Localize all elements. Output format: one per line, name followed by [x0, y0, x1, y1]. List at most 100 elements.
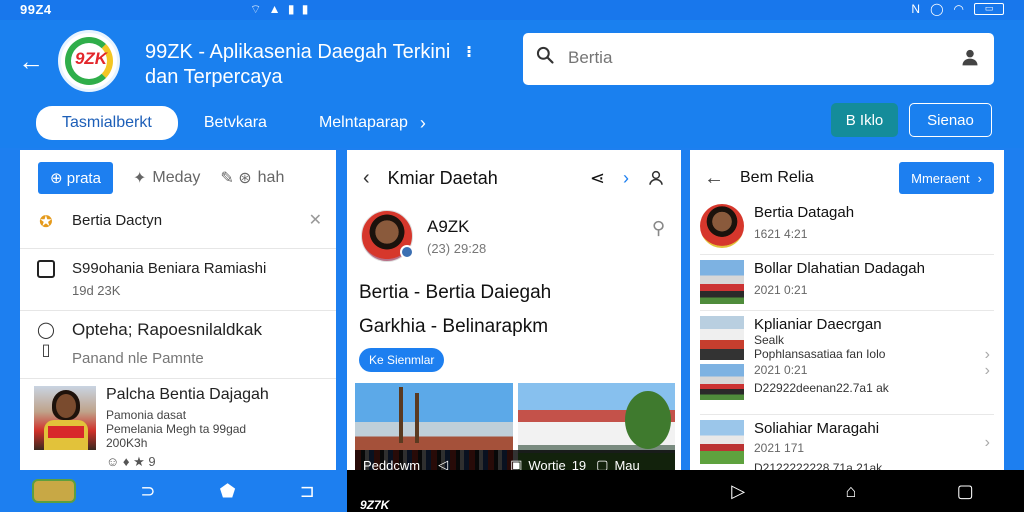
list-item[interactable]: S99ohania Beniara Ramiashi 19d 23K: [34, 260, 322, 298]
divider: [20, 248, 336, 249]
home-nav-icon[interactable]: ⬟: [220, 481, 236, 502]
app-title: 99ZK - Aplikasenia Daegah Terkini dan Te…: [145, 41, 451, 88]
article-panel-title: Kmiar Daetah: [387, 167, 498, 188]
bottom-nav-left: ⊃ ⬟ ⊐: [0, 470, 347, 512]
app-logo: 9ZK: [58, 30, 120, 92]
chip-hah[interactable]: ✎ ⊛ hah: [220, 168, 284, 188]
list-item[interactable]: Kplianiar Daecrgan Sealk Pophlansasatiaa…: [700, 316, 990, 400]
badge-icon: ✪: [39, 214, 53, 231]
chip-prata[interactable]: ⊕ prata: [38, 162, 113, 194]
pencil-icon: ✎ ⊛: [220, 170, 252, 187]
item-title: Bollar Dlahatian Dadagah: [754, 260, 925, 277]
item-date: 2021 0:21: [754, 283, 808, 297]
tab-home[interactable]: Tasmialberkt: [36, 106, 178, 140]
recent-nav-icon[interactable]: ▢: [957, 481, 974, 502]
list-item[interactable]: Soliahiar Maragahi 2021 171 D2122222228 …: [700, 420, 990, 475]
outline-button[interactable]: Sienao: [909, 103, 992, 137]
item-date: 2021 171: [754, 441, 805, 455]
nfc-icon: N: [911, 2, 921, 16]
item-title: Bertia Datagah: [754, 204, 855, 221]
battery-icon: ▭: [974, 3, 1004, 15]
article-card[interactable]: Palcha Bentia Dajagah Pamonia dasat Peme…: [34, 386, 322, 470]
status-bar: 99Z4 ⌔ ▲ ▮ ▮ N ◯ ◠ ▭: [0, 0, 1024, 20]
search-bar[interactable]: [523, 33, 994, 85]
article-header: ‹ Kmiar Daetah ⋖ ›: [363, 166, 665, 190]
tab-news[interactable]: Betvkara: [178, 106, 293, 140]
notice-row[interactable]: ✪ Bertia Dactyn ✕: [34, 212, 322, 232]
article-title: Palcha Bentia Dajagah: [106, 386, 269, 403]
home-nav-icon[interactable]: ⌂: [845, 481, 856, 502]
chevron-right-icon[interactable]: ›: [985, 362, 990, 380]
item-meta: 19d 23K: [72, 283, 121, 298]
chat-icon: ◯ ▯: [37, 322, 55, 359]
recent-nav-icon[interactable]: ⊐: [300, 481, 315, 502]
avatar: [361, 210, 414, 262]
divider: [700, 254, 994, 255]
author-block[interactable]: A9ZK (23) 29:28: [361, 210, 486, 262]
article-line: 200K3h: [106, 436, 148, 450]
middle-panel: ‹ Kmiar Daetah ⋖ › A9ZK (23) 29:28 ⚲ Ber…: [347, 150, 681, 480]
chevron-right-icon[interactable]: ›: [420, 113, 426, 134]
star-icon: ✦: [132, 170, 147, 187]
close-icon[interactable]: ✕: [309, 210, 322, 230]
author-name: A9ZK: [427, 216, 470, 236]
item-date: 1621 4:21: [754, 227, 808, 241]
user-icon[interactable]: [647, 169, 665, 187]
item-thumbnail: [700, 420, 744, 464]
status-time: 99Z4: [20, 2, 52, 17]
app-logo-small[interactable]: [32, 479, 77, 503]
notice-text: Bertia Dactyn: [72, 212, 163, 229]
share-icon[interactable]: ⋖: [590, 168, 605, 189]
item-sub: Panand nle Pamnte: [72, 350, 204, 367]
chevron-right-icon[interactable]: ›: [623, 168, 629, 189]
divider: [20, 378, 336, 379]
snippet-text: 9Z7K: [360, 498, 390, 512]
divider: [20, 310, 336, 311]
related-title: Bem Relia: [740, 169, 814, 186]
reactions: ☺ ♦ ★ 9: [106, 454, 156, 469]
search-icon: [536, 46, 554, 64]
list-item[interactable]: Bollar Dlahatian Dadagah 2021 0:21: [700, 260, 990, 304]
list-item[interactable]: Bertia Datagah 1621 4:21: [700, 204, 990, 248]
logo-text: 9ZK: [74, 49, 108, 68]
item-thumbnail: [700, 204, 744, 248]
emoji-icon: ☺ ♦ ★: [106, 454, 149, 469]
back-nav-icon[interactable]: ▷: [731, 481, 745, 502]
list-item[interactable]: ◯ ▯ Opteha; Rapoesnilaldkak Panand nle Pa…: [34, 320, 322, 367]
primary-button[interactable]: B Iklo: [831, 103, 898, 137]
item-thumbnail: [700, 260, 744, 304]
checkbox-icon[interactable]: [34, 260, 58, 283]
item-title: Opteha; Rapoesnilaldkak: [72, 320, 262, 339]
article-line: Pemelania Megh ta 99gad: [106, 422, 247, 436]
item-thumbnail: [700, 316, 744, 360]
status-icons: N ◯ ◠ ▭: [911, 2, 1004, 16]
item-title: Kplianiar Daecrgan: [754, 316, 882, 333]
add-user-icon[interactable]: ⚲: [652, 218, 665, 239]
location-icon: ◯: [930, 2, 944, 16]
cta-button[interactable]: Mmeraent ›: [899, 162, 994, 194]
user-icon[interactable]: [960, 47, 980, 67]
back-icon[interactable]: ‹: [363, 167, 370, 190]
item-title: Soliahiar Maragahi: [754, 420, 880, 437]
back-icon[interactable]: ←: [704, 167, 724, 190]
post-date: (23) 29:28: [427, 240, 487, 256]
item-meta: D22922deenan22.7a1 ak: [754, 381, 889, 395]
tag-button[interactable]: Ke Sienmlar: [359, 348, 445, 372]
back-nav-icon[interactable]: ⊃: [140, 481, 155, 502]
back-arrow-icon[interactable]: ←: [18, 46, 44, 77]
headline: Garkhia - Belinarapkm: [359, 316, 549, 337]
tab-bar: Tasmialberkt Betvkara Melntaparap ›: [36, 106, 426, 140]
search-input[interactable]: [568, 43, 938, 73]
item-thumbnail: [700, 364, 744, 400]
chip-meday[interactable]: ✦ Meday: [133, 168, 200, 188]
tab-regional[interactable]: Melntaparap: [293, 106, 434, 140]
item-sub: Sealk: [754, 333, 785, 347]
wifi-icon: ⌔ ▲ ▮ ▮: [250, 2, 311, 16]
left-panel: ⊕ prata ✦ Meday ✎ ⊛ hah ✪ Bertia Dactyn ✕ …: [20, 150, 336, 480]
chevron-right-icon[interactable]: ›: [985, 434, 990, 452]
item-title: S99ohania Beniara Ramiashi: [72, 260, 267, 277]
item-date: 2021 0:21: [754, 363, 808, 377]
headline: Bertia - Bertia Daiegah: [359, 282, 552, 303]
chevron-right-icon: ›: [977, 170, 982, 186]
more-icon[interactable]: ⁝: [466, 42, 472, 62]
